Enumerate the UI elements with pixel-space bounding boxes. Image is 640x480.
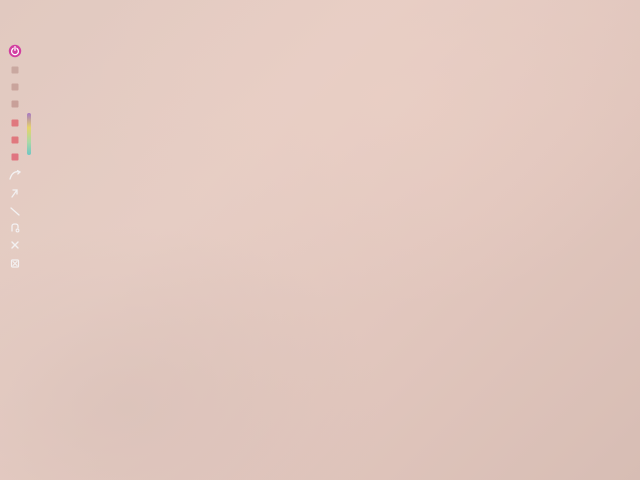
square-tool-button-2[interactable] (7, 79, 23, 95)
color-palette-strip[interactable] (27, 113, 31, 155)
drawing-canvas[interactable] (36, 0, 640, 480)
line-tool-button[interactable] (7, 203, 23, 219)
clear-tool-button[interactable] (7, 255, 23, 271)
close-icon (11, 241, 19, 249)
square-tool-button[interactable] (7, 62, 23, 78)
annotation-toolbar (7, 43, 23, 271)
color-swatch-icon (11, 153, 19, 161)
lasso-icon (11, 223, 20, 233)
square-icon (11, 66, 19, 74)
arrow-tool-button[interactable] (7, 185, 23, 201)
color-swatch-button-3[interactable] (7, 149, 23, 165)
curve-tool-button[interactable] (7, 167, 23, 183)
line-icon (10, 207, 20, 216)
lasso-tool-button[interactable] (7, 220, 23, 236)
close-tool-button[interactable] (7, 237, 23, 253)
clear-icon (10, 259, 20, 268)
power-pen-icon (8, 44, 22, 58)
curve-icon (9, 169, 21, 180)
color-swatch-button-2[interactable] (7, 132, 23, 148)
square-icon (11, 83, 19, 91)
square-icon (11, 100, 19, 108)
color-swatch-icon (11, 136, 19, 144)
pen-tool-button[interactable] (7, 43, 23, 59)
arrow-icon (11, 189, 18, 198)
color-swatch-button-1[interactable] (7, 115, 23, 131)
color-swatch-icon (11, 119, 19, 127)
square-tool-button-3[interactable] (7, 96, 23, 112)
